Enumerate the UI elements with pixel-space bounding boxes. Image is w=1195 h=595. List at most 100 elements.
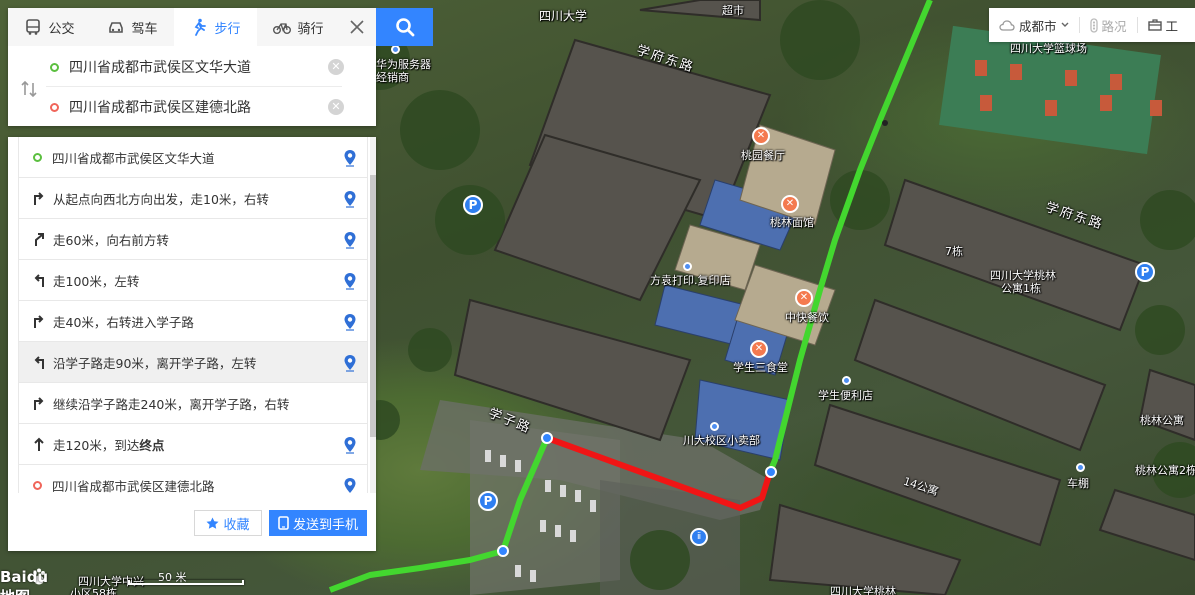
map-label: 方袁打印.复印店 bbox=[650, 274, 731, 287]
tools-button[interactable]: 工 bbox=[1138, 8, 1189, 42]
start-dot-icon bbox=[50, 62, 59, 72]
start-circle-icon bbox=[33, 152, 42, 162]
map-label: 学生便利店 bbox=[818, 389, 873, 402]
close-panel-button[interactable] bbox=[338, 8, 376, 46]
step-item-selected[interactable]: 沿学子路走90米，离开学子路，左转 bbox=[18, 342, 368, 383]
tab-bike[interactable]: 骑行 bbox=[257, 8, 340, 46]
step-text: 沿学子路走90米，离开学子路，左转 bbox=[53, 355, 257, 371]
location-pin-icon[interactable] bbox=[343, 231, 357, 249]
step-text-bold: 终点 bbox=[139, 437, 165, 453]
cloud-icon bbox=[999, 20, 1015, 31]
poi-dot-icon[interactable] bbox=[710, 422, 719, 431]
step-item[interactable]: 走100米，左转 bbox=[18, 260, 368, 301]
chevron-down-icon bbox=[1061, 22, 1069, 27]
city-label: 成都市 bbox=[1019, 18, 1057, 34]
end-dot-icon bbox=[50, 102, 59, 112]
close-icon bbox=[350, 20, 364, 34]
step-text: 继续沿学子路走240米，离开学子路，右转 bbox=[53, 396, 290, 412]
divider bbox=[46, 86, 342, 87]
map-label: 超市 bbox=[722, 4, 744, 17]
walk-icon bbox=[195, 18, 207, 36]
map-label: 学生三食堂 bbox=[733, 361, 788, 374]
step-text: 走60米，向右前方转 bbox=[53, 232, 169, 248]
end-point-field[interactable]: 四川省成都市武侯区建德北路 ✕ bbox=[46, 88, 344, 126]
step-text: 四川省成都市武侯区文华大道 bbox=[52, 150, 215, 166]
turn-right-icon bbox=[31, 190, 47, 206]
restaurant-icon[interactable]: ✕ bbox=[781, 195, 799, 213]
step-text: 走40米，右转进入学子路 bbox=[53, 314, 194, 330]
restaurant-icon[interactable]: ✕ bbox=[795, 289, 813, 307]
collect-label: 收藏 bbox=[223, 517, 250, 533]
search-icon bbox=[395, 18, 414, 37]
collect-button[interactable]: 收藏 bbox=[194, 510, 262, 536]
step-start[interactable]: 四川省成都市武侯区文华大道 bbox=[18, 137, 368, 178]
clear-start-button[interactable]: ✕ bbox=[328, 59, 344, 75]
map-label: 四川大学桃林 bbox=[830, 585, 896, 595]
bike-icon bbox=[273, 23, 292, 34]
poi-dot-icon[interactable] bbox=[391, 45, 400, 54]
step-text: 从起点向西北方向出发，走10米，右转 bbox=[53, 191, 269, 207]
restaurant-icon[interactable]: ✕ bbox=[752, 127, 770, 145]
turn-left-icon bbox=[31, 272, 47, 288]
baidu-map-logo: Baidu地图 bbox=[0, 562, 52, 595]
car-icon bbox=[109, 22, 124, 33]
map-label: 川大校区小卖部 bbox=[683, 434, 760, 447]
location-pin-icon[interactable] bbox=[343, 272, 357, 290]
step-item[interactable]: 走60米，向右前方转 bbox=[18, 219, 368, 260]
straight-icon bbox=[31, 436, 47, 452]
swap-icon[interactable] bbox=[18, 78, 40, 100]
location-pin-icon[interactable] bbox=[343, 436, 357, 454]
traffic-label: 路况 bbox=[1101, 18, 1127, 34]
step-end[interactable]: 四川省成都市武侯区建德北路 bbox=[18, 465, 368, 493]
traffic-toggle[interactable]: 路况 bbox=[1080, 8, 1137, 42]
tab-bus[interactable]: 公交 bbox=[8, 8, 91, 46]
turn-right-icon bbox=[31, 395, 47, 411]
map-label: 桃林公寓2栋 bbox=[1135, 464, 1195, 477]
tab-drive[interactable]: 驾车 bbox=[91, 8, 174, 46]
scrollbar-thumb[interactable] bbox=[370, 175, 376, 437]
parking-icon[interactable]: P bbox=[1135, 262, 1155, 282]
logo-text: Baidu地图 bbox=[0, 568, 49, 595]
end-circle-icon bbox=[33, 480, 42, 490]
step-item[interactable]: 继续沿学子路走240米，离开学子路，右转 bbox=[18, 383, 368, 424]
step-text: 走120米，到达 bbox=[53, 437, 140, 453]
location-pin-icon[interactable] bbox=[343, 149, 357, 167]
map-label: 公寓1栋 bbox=[1001, 282, 1041, 295]
start-point-text: 四川省成都市武侯区文华大道 bbox=[69, 60, 251, 76]
step-item[interactable]: 从起点向西北方向出发，走10米，右转 bbox=[18, 178, 368, 219]
poi-dot-icon[interactable] bbox=[842, 376, 851, 385]
steps-scrollbar[interactable] bbox=[370, 137, 376, 493]
city-selector[interactable]: 成都市 bbox=[989, 8, 1079, 42]
poi-dot-icon[interactable] bbox=[1076, 463, 1085, 472]
route-search-panel: 公交 驾车 步行 骑行 四川省成都市武侯区文华大道 ✕ 四川省成都市武侯区建德北… bbox=[8, 8, 376, 126]
tab-label: 骑行 bbox=[297, 21, 324, 37]
poi-dot-icon[interactable] bbox=[683, 262, 692, 271]
phone-icon bbox=[278, 516, 289, 530]
send-to-phone-button[interactable]: 发送到手机 bbox=[269, 510, 367, 536]
step-item[interactable]: 走120米，到达 终点 bbox=[18, 424, 368, 465]
clear-end-button[interactable]: ✕ bbox=[328, 99, 344, 115]
restaurant-icon[interactable]: ✕ bbox=[750, 340, 768, 358]
map-label: 桃园餐厅 bbox=[741, 149, 785, 162]
tools-label: 工 bbox=[1165, 18, 1179, 34]
turn-left-icon bbox=[31, 354, 47, 370]
parking-icon[interactable]: P bbox=[478, 491, 498, 511]
map-label: 四川大学篮球场 bbox=[1010, 42, 1087, 55]
map-label: 桃林面馆 bbox=[770, 216, 814, 229]
step-item[interactable]: 走40米，右转进入学子路 bbox=[18, 301, 368, 342]
location-pin-icon[interactable] bbox=[343, 313, 357, 331]
map-scale: 50 米 bbox=[128, 569, 244, 587]
start-point-field[interactable]: 四川省成都市武侯区文华大道 ✕ bbox=[46, 48, 344, 86]
tab-walk[interactable]: 步行 bbox=[174, 8, 257, 46]
location-pin-icon[interactable] bbox=[343, 190, 357, 208]
location-pin-icon[interactable] bbox=[343, 354, 357, 372]
toilet-icon[interactable]: ⅱ bbox=[690, 528, 708, 546]
map-label: 7栋 bbox=[945, 245, 963, 258]
directions-panel: 四川省成都市武侯区文华大道 从起点向西北方向出发，走10米，右转 走60米，向右… bbox=[8, 137, 376, 551]
star-icon bbox=[206, 517, 219, 529]
parking-icon[interactable]: P bbox=[463, 195, 483, 215]
map-toolbar: 成都市 路况 工 bbox=[989, 8, 1195, 42]
location-pin-icon[interactable] bbox=[343, 477, 357, 493]
tab-label: 驾车 bbox=[131, 21, 158, 37]
search-button[interactable] bbox=[376, 8, 433, 46]
